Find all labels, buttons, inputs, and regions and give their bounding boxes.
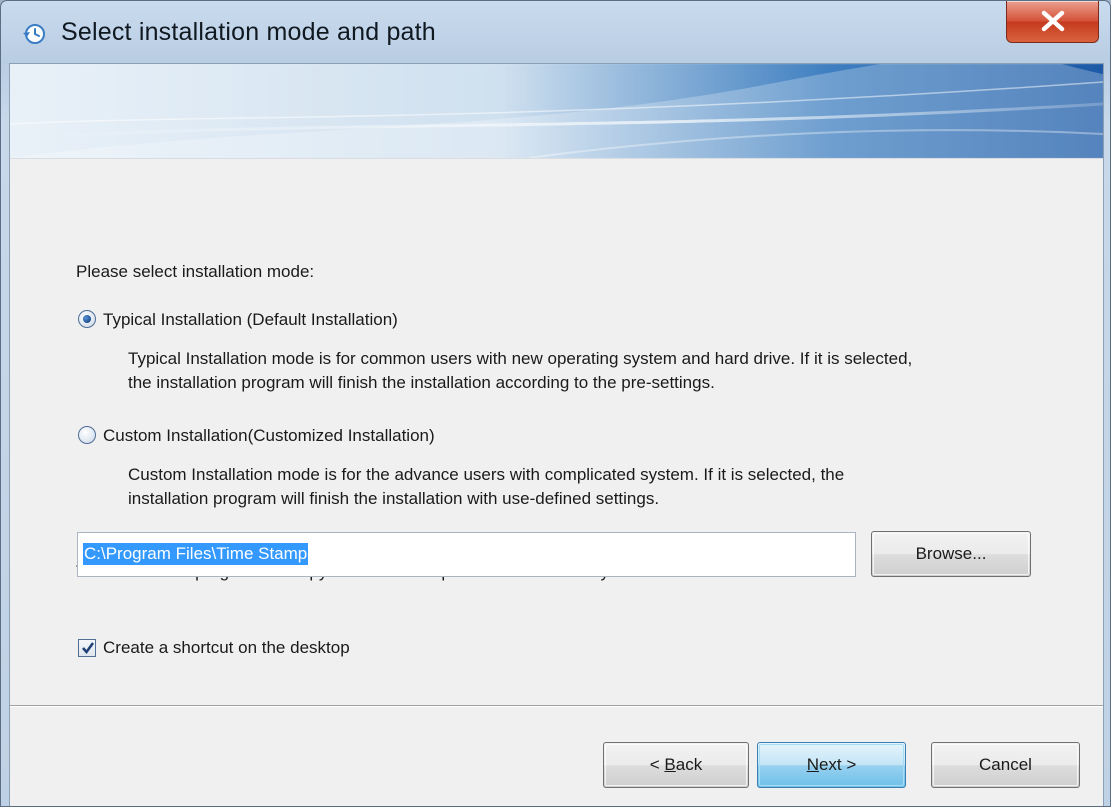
typical-description-line2: the installation program will finish the… — [128, 373, 715, 392]
header-banner — [10, 64, 1103, 158]
close-button[interactable] — [1006, 1, 1099, 43]
history-clock-icon — [23, 24, 45, 44]
desktop-shortcut-checkbox[interactable] — [78, 639, 96, 657]
typical-description-line1: Typical Installation mode is for common … — [128, 349, 913, 368]
custom-installation-radio[interactable] — [78, 426, 96, 444]
custom-installation-label[interactable]: Custom Installation(Customized Installat… — [103, 426, 435, 446]
footer-divider — [10, 705, 1103, 707]
window-title: Select installation mode and path — [61, 18, 436, 46]
custom-description-line1: Custom Installation mode is for the adva… — [128, 465, 845, 484]
custom-description-line2: installation program will finish the ins… — [128, 489, 660, 508]
typical-installation-label[interactable]: Typical Installation (Default Installati… — [103, 310, 398, 330]
mode-prompt: Please select installation mode: — [76, 262, 315, 281]
install-path-value: C:\Program Files\Time Stamp — [83, 543, 309, 565]
desktop-shortcut-label[interactable]: Create a shortcut on the desktop — [103, 638, 350, 658]
install-path-input[interactable]: C:\Program Files\Time Stamp — [77, 532, 856, 577]
checkmark-icon — [82, 642, 95, 655]
installer-window: Select installation mode and path Please… — [0, 0, 1111, 807]
radio-selected-dot — [83, 315, 91, 323]
next-button[interactable]: Next > — [757, 742, 906, 788]
browse-button[interactable]: Browse... — [871, 531, 1031, 577]
back-button[interactable]: < Back — [603, 742, 749, 788]
cancel-button[interactable]: Cancel — [931, 742, 1080, 788]
close-icon — [1041, 10, 1065, 32]
title-bar[interactable]: Select installation mode and path — [1, 1, 1110, 63]
typical-installation-radio[interactable] — [78, 310, 96, 328]
dialog-client-area: Please select installation mode: Typical… — [9, 63, 1104, 806]
content-panel: Please select installation mode: Typical… — [10, 158, 1103, 706]
